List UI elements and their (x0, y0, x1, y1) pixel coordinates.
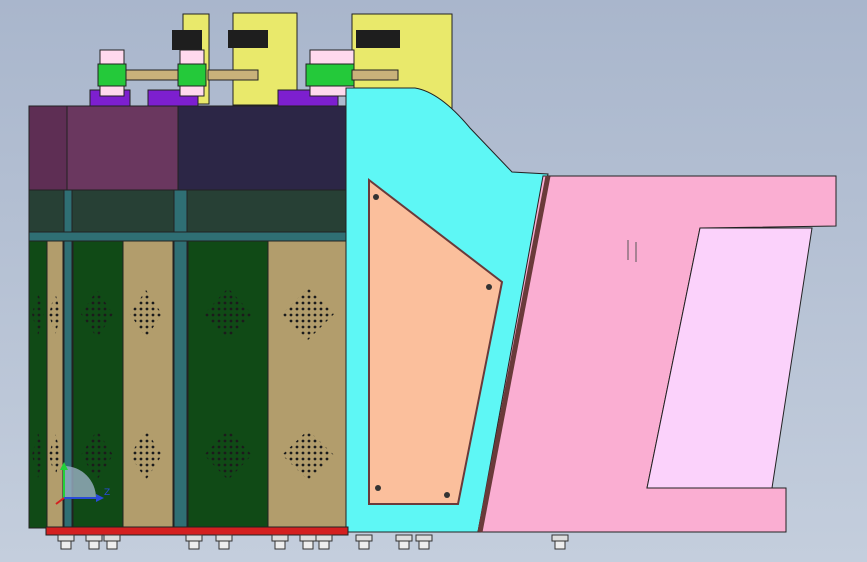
cabinet-top-left (28, 105, 68, 191)
frame-rail (28, 231, 349, 242)
plate-bolt (444, 492, 450, 498)
door-panel (122, 239, 174, 529)
model-scene[interactable]: Z (0, 0, 867, 562)
door-panel (267, 239, 349, 529)
door-panel (187, 239, 269, 529)
door-panel (28, 239, 48, 529)
door-panel (46, 239, 64, 529)
left-cabinet (28, 105, 349, 529)
clamp-link (125, 69, 179, 81)
cabinet-top-right (177, 105, 349, 191)
cabinet-top-mid (66, 105, 179, 191)
bracket-head (228, 30, 268, 48)
cylinder-left (97, 49, 127, 97)
base-strip (45, 526, 349, 536)
bracket-head (172, 30, 202, 50)
bracket-head (356, 30, 400, 48)
plate-bolt (373, 194, 379, 200)
clamp-link (207, 69, 259, 81)
z-axis-label: Z (104, 488, 110, 498)
plate-bolt (375, 485, 381, 491)
clamp-link (351, 69, 399, 81)
cylinder-mid (177, 49, 207, 97)
plate-bolt (486, 284, 492, 290)
cad-viewport[interactable]: Z (0, 0, 867, 562)
cabinet-band (28, 189, 349, 235)
